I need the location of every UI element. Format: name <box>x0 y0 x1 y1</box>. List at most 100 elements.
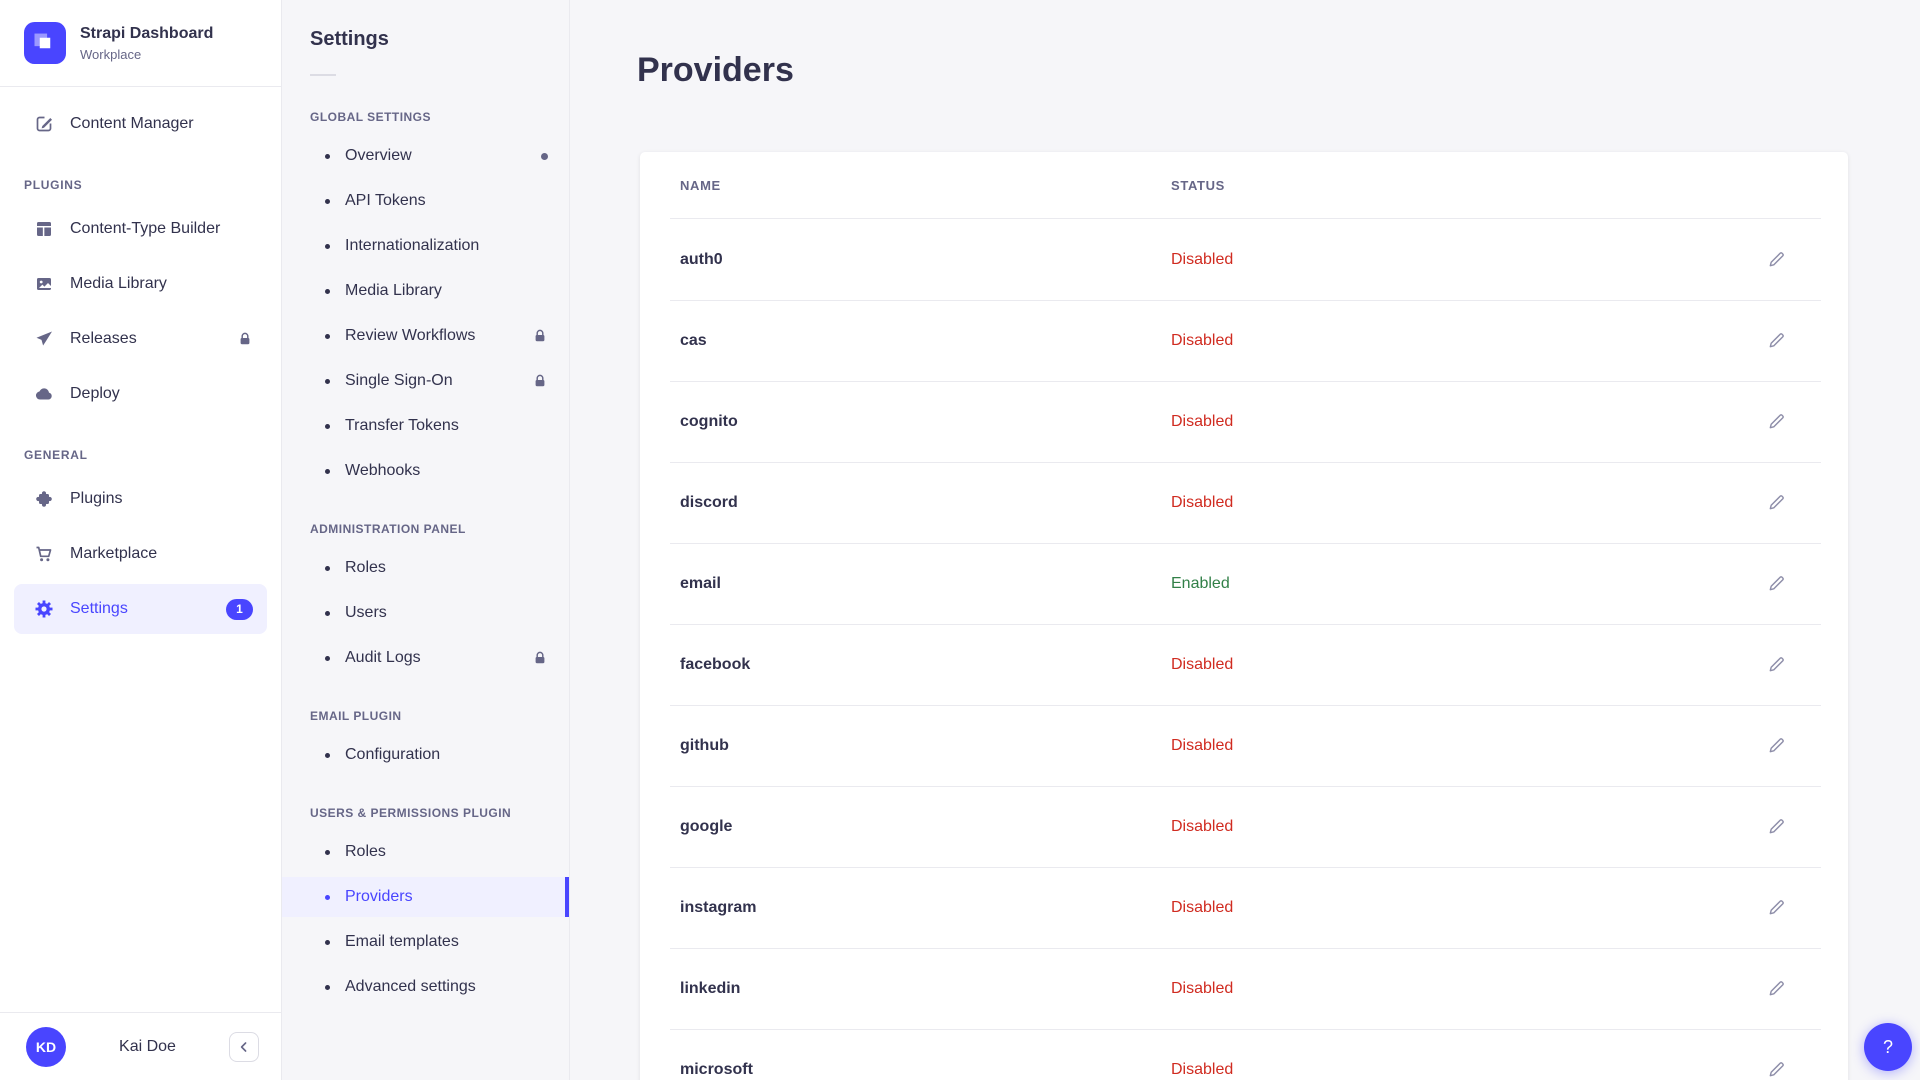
subnav-title: Settings <box>310 28 541 51</box>
notification-dot-icon <box>541 153 548 160</box>
subnav-item-label: Audit Logs <box>345 649 421 667</box>
provider-name: discord <box>680 494 1171 512</box>
help-button[interactable]: ? <box>1864 1023 1912 1071</box>
subnav-section: EMAIL PLUGIN Configuration <box>282 683 569 775</box>
sidebar-item[interactable]: Marketplace <box>14 529 267 579</box>
sidebar-item-label: Marketplace <box>70 545 157 563</box>
pencil-icon <box>1767 331 1786 350</box>
subnav-item-label: Email templates <box>345 933 459 951</box>
subnav-section: USERS & PERMISSIONS PLUGIN Roles Provide… <box>282 780 569 1007</box>
subnav-item-label: Single Sign-On <box>345 372 453 390</box>
subnav-item[interactable]: Media Library <box>282 271 569 311</box>
provider-status: Disabled <box>1171 980 1734 998</box>
collapse-sidebar-button[interactable] <box>229 1032 259 1062</box>
table-row: email Enabled <box>640 543 1848 624</box>
column-header-name: NAME <box>680 178 1171 193</box>
subnav-item[interactable]: Advanced settings <box>282 967 569 1007</box>
bullet-icon <box>325 940 330 945</box>
bullet-icon <box>325 379 330 384</box>
edit-button[interactable] <box>1758 809 1794 845</box>
edit-button[interactable] <box>1758 485 1794 521</box>
provider-status: Disabled <box>1171 899 1734 917</box>
table-row: facebook Disabled <box>640 624 1848 705</box>
lock-icon <box>237 331 253 347</box>
pencil-icon <box>1767 1060 1786 1079</box>
sidebar-item-label: Plugins <box>70 490 122 508</box>
provider-status: Disabled <box>1171 1061 1734 1079</box>
subnav-item[interactable]: Webhooks <box>282 451 569 491</box>
subnav-item-label: Webhooks <box>345 462 420 480</box>
settings-subnav: Settings GLOBAL SETTINGS Overview API To… <box>282 0 570 1080</box>
settings-subnav-header: Settings <box>282 0 569 76</box>
subnav-item[interactable]: Audit Logs <box>282 638 569 678</box>
edit-button[interactable] <box>1758 971 1794 1007</box>
edit-button[interactable] <box>1758 242 1794 278</box>
sidebar-item[interactable]: Content-Type Builder <box>14 204 267 254</box>
subnav-item[interactable]: Internationalization <box>282 226 569 266</box>
subnav-section-label: GLOBAL SETTINGS <box>282 84 569 136</box>
avatar[interactable]: KD <box>26 1027 66 1067</box>
workspace-title: Strapi Dashboard <box>80 24 213 43</box>
sidebar-section: GENERAL Plugins Marketplace Settings 1 <box>14 424 267 634</box>
sidebar-item[interactable]: Plugins <box>14 474 267 524</box>
bullet-icon <box>325 469 330 474</box>
workspace-titles: Strapi Dashboard Workplace <box>80 24 213 61</box>
subnav-item-label: Configuration <box>345 746 440 764</box>
subnav-item[interactable]: Roles <box>282 832 569 872</box>
subnav-item-label: Transfer Tokens <box>345 417 459 435</box>
workspace-brand[interactable]: Strapi Dashboard Workplace <box>0 0 281 87</box>
strapi-logo-icon <box>24 22 66 64</box>
sidebar-section-items: Plugins Marketplace Settings 1 <box>14 474 267 634</box>
lock-icon <box>532 373 548 389</box>
pencil-icon <box>1767 655 1786 674</box>
provider-name: facebook <box>680 656 1171 674</box>
subnav-item[interactable]: Email templates <box>282 922 569 962</box>
subnav-item[interactable]: Users <box>282 593 569 633</box>
subnav-item[interactable]: Providers <box>282 877 569 917</box>
provider-name: github <box>680 737 1171 755</box>
edit-button[interactable] <box>1758 728 1794 764</box>
content-type-builder-icon <box>34 219 54 239</box>
subnav-item[interactable]: Roles <box>282 548 569 588</box>
provider-status: Disabled <box>1171 494 1734 512</box>
edit-button[interactable] <box>1758 1052 1794 1080</box>
sidebar-item[interactable]: Content Manager <box>14 99 267 149</box>
media-library-icon <box>34 274 54 294</box>
main-sidebar: Strapi Dashboard Workplace Content Manag… <box>0 0 282 1080</box>
subnav-section-items: Roles Users Audit Logs <box>282 548 569 678</box>
edit-button[interactable] <box>1758 566 1794 602</box>
main-content: Providers NAME STATUS auth0 Disabled cas… <box>570 0 1920 1080</box>
lock-icon <box>532 328 548 344</box>
settings-subnav-sections: GLOBAL SETTINGS Overview API Tokens Inte… <box>282 76 569 1007</box>
sidebar-section: PLUGINS Content-Type Builder Media Libra… <box>14 154 267 419</box>
subnav-item[interactable]: Review Workflows <box>282 316 569 356</box>
edit-button[interactable] <box>1758 647 1794 683</box>
provider-status: Disabled <box>1171 332 1734 350</box>
subnav-item-label: Users <box>345 604 387 622</box>
subnav-item[interactable]: Transfer Tokens <box>282 406 569 446</box>
pencil-icon <box>1767 898 1786 917</box>
table-row: cognito Disabled <box>640 381 1848 462</box>
sidebar-item[interactable]: Releases <box>14 314 267 364</box>
subnav-item[interactable]: Configuration <box>282 735 569 775</box>
sidebar-item[interactable]: Media Library <box>14 259 267 309</box>
edit-button[interactable] <box>1758 404 1794 440</box>
subnav-item-label: Providers <box>345 888 413 906</box>
edit-button[interactable] <box>1758 890 1794 926</box>
sidebar-item[interactable]: Deploy <box>14 369 267 419</box>
table-row: instagram Disabled <box>640 867 1848 948</box>
subnav-item[interactable]: Single Sign-On <box>282 361 569 401</box>
subnav-item[interactable]: Overview <box>282 136 569 176</box>
notification-badge: 1 <box>226 599 253 620</box>
providers-table-card: NAME STATUS auth0 Disabled cas Disabled … <box>640 152 1848 1080</box>
sidebar-section-items: Content-Type Builder Media Library Relea… <box>14 204 267 419</box>
sidebar-footer: KD Kai Doe <box>0 1012 281 1080</box>
sidebar-item[interactable]: Settings 1 <box>14 584 267 634</box>
subnav-section-label: USERS & PERMISSIONS PLUGIN <box>282 780 569 832</box>
bullet-icon <box>325 566 330 571</box>
subnav-item[interactable]: API Tokens <box>282 181 569 221</box>
edit-button[interactable] <box>1758 323 1794 359</box>
sidebar-item-label: Media Library <box>70 275 167 293</box>
deploy-icon <box>34 384 54 404</box>
bullet-icon <box>325 154 330 159</box>
